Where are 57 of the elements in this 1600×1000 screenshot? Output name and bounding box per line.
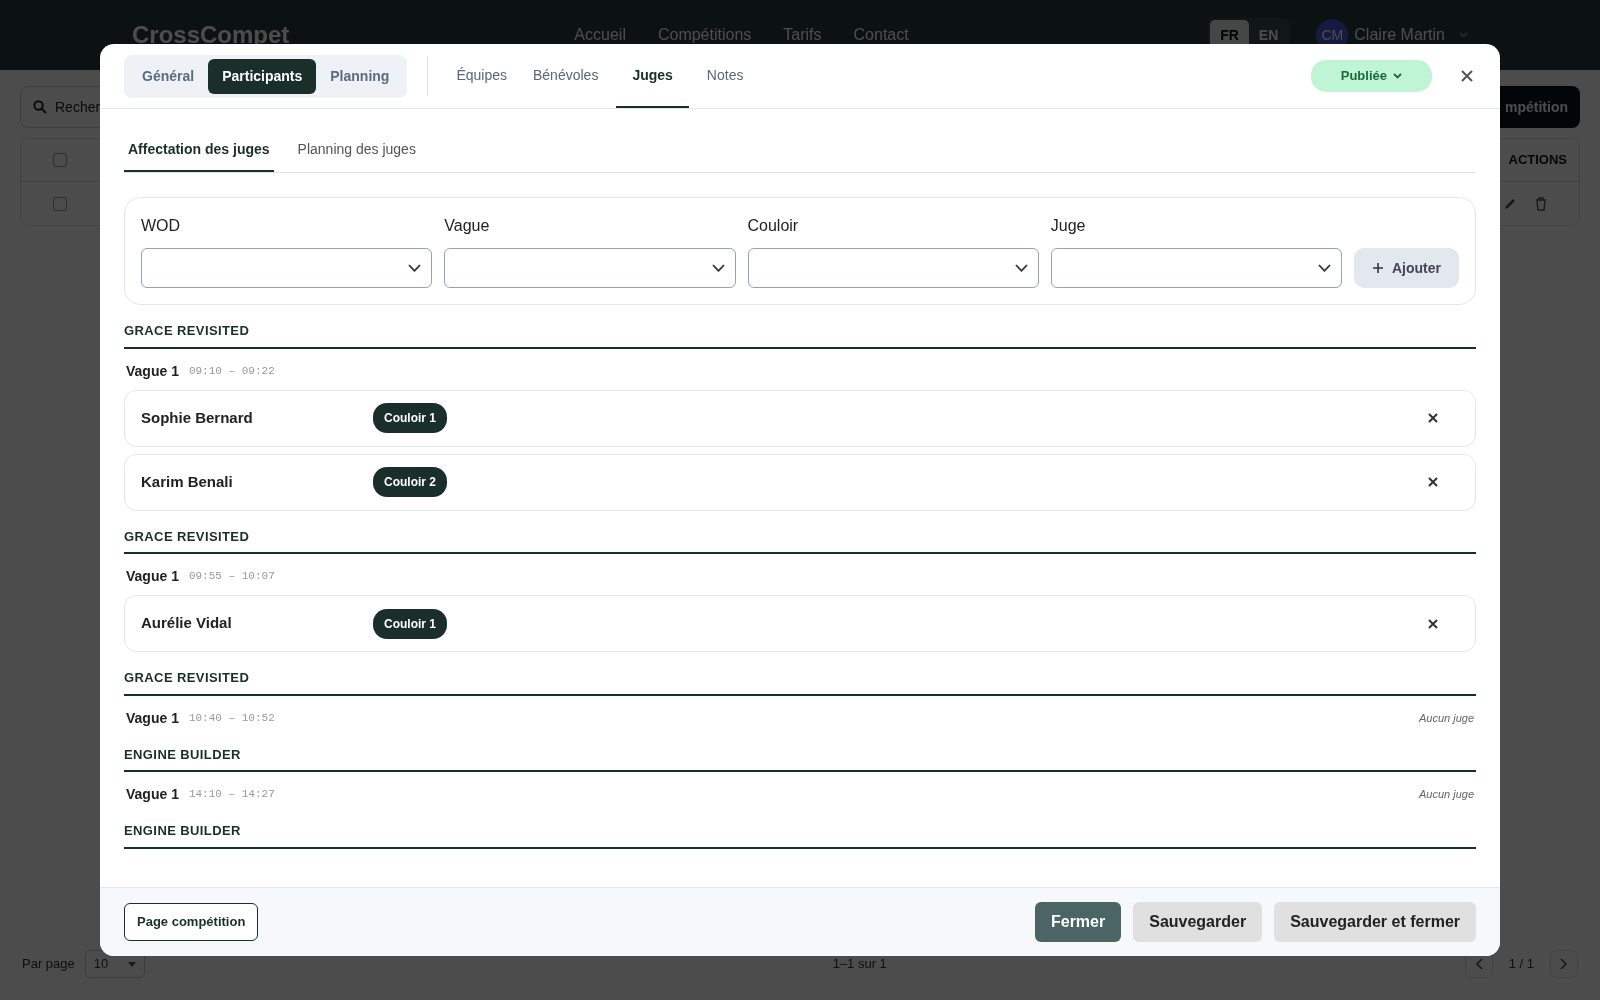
competition-page-button[interactable]: Page compétition	[124, 903, 259, 941]
chevron-down-icon	[1014, 264, 1028, 272]
select-field[interactable]	[747, 248, 1039, 288]
wave-time: 14:10 – 14:27	[188, 787, 275, 803]
footer-button[interactable]: Sauvegarder et fermer	[1274, 902, 1476, 942]
close-icon	[1427, 476, 1439, 488]
per-page-label: Par page	[22, 955, 75, 974]
wave-time: 09:10 – 09:22	[188, 363, 275, 379]
select-field[interactable]	[444, 248, 736, 288]
page-range: 1–1 sur 1	[831, 955, 887, 974]
tab[interactable]: Équipes	[448, 44, 515, 108]
wave-label: Vague 1	[126, 785, 179, 804]
section-title: ENGINE BUILDER	[124, 821, 1476, 849]
section-title: GRACE REVISITED	[124, 321, 1476, 349]
segment-tab[interactable]: Général	[128, 58, 209, 94]
close-icon	[1427, 412, 1439, 424]
tab[interactable]: Juges	[616, 44, 689, 108]
footer-button[interactable]: Fermer	[1034, 902, 1122, 942]
wave-label: Vague 1	[126, 708, 179, 728]
field-label: Couloir	[747, 216, 799, 236]
tab[interactable]: Notes	[698, 44, 752, 108]
footer-button[interactable]: Sauvegarder	[1133, 902, 1263, 942]
tab[interactable]: Bénévoles	[525, 44, 607, 108]
section-title: GRACE REVISITED	[124, 526, 1476, 554]
section-title: GRACE REVISITED	[124, 668, 1476, 696]
wave-time: 10:40 – 10:52	[188, 710, 275, 726]
judge-name: Karim Benali	[141, 471, 234, 492]
column-header: ACTIONS	[1508, 151, 1567, 170]
subtab[interactable]: Affectation des juges	[124, 131, 274, 172]
chevron-down-icon	[1318, 264, 1331, 272]
subtab[interactable]: Planning des juges	[293, 131, 420, 172]
lane-badge: Couloir 1	[373, 608, 447, 639]
chevron-down-icon	[711, 264, 725, 272]
plus-icon	[1372, 262, 1384, 274]
empty-note: Aucun juge	[1418, 710, 1474, 726]
field-label: WOD	[141, 216, 181, 236]
lane-badge: Couloir 1	[373, 403, 447, 433]
judge-name: Sophie Bernard	[141, 407, 254, 428]
segment-tab[interactable]: Planning	[316, 58, 404, 94]
wave-label: Vague 1	[126, 361, 179, 381]
lane-badge: Couloir 2	[373, 467, 447, 497]
judge-name: Aurélie Vidal	[141, 613, 233, 634]
wave-label: Vague 1	[126, 567, 179, 586]
chevron-down-icon	[1393, 73, 1402, 79]
section-title: ENGINE BUILDER	[124, 744, 1476, 772]
chevron-down-icon	[408, 264, 422, 272]
empty-note: Aucun juge	[1418, 787, 1474, 803]
close-icon	[1427, 617, 1439, 630]
close-icon	[1460, 69, 1474, 83]
field-label: Vague	[444, 216, 490, 236]
segment-tab[interactable]: Participants	[208, 58, 317, 94]
page-indicator: 1 / 1	[1508, 955, 1534, 974]
select-field[interactable]	[141, 248, 433, 288]
status-dropdown[interactable]: Publiée	[1310, 60, 1432, 92]
field-label: Juge	[1050, 216, 1086, 236]
wave-time: 09:55 – 10:07	[188, 569, 275, 585]
select-field[interactable]	[1050, 248, 1342, 288]
